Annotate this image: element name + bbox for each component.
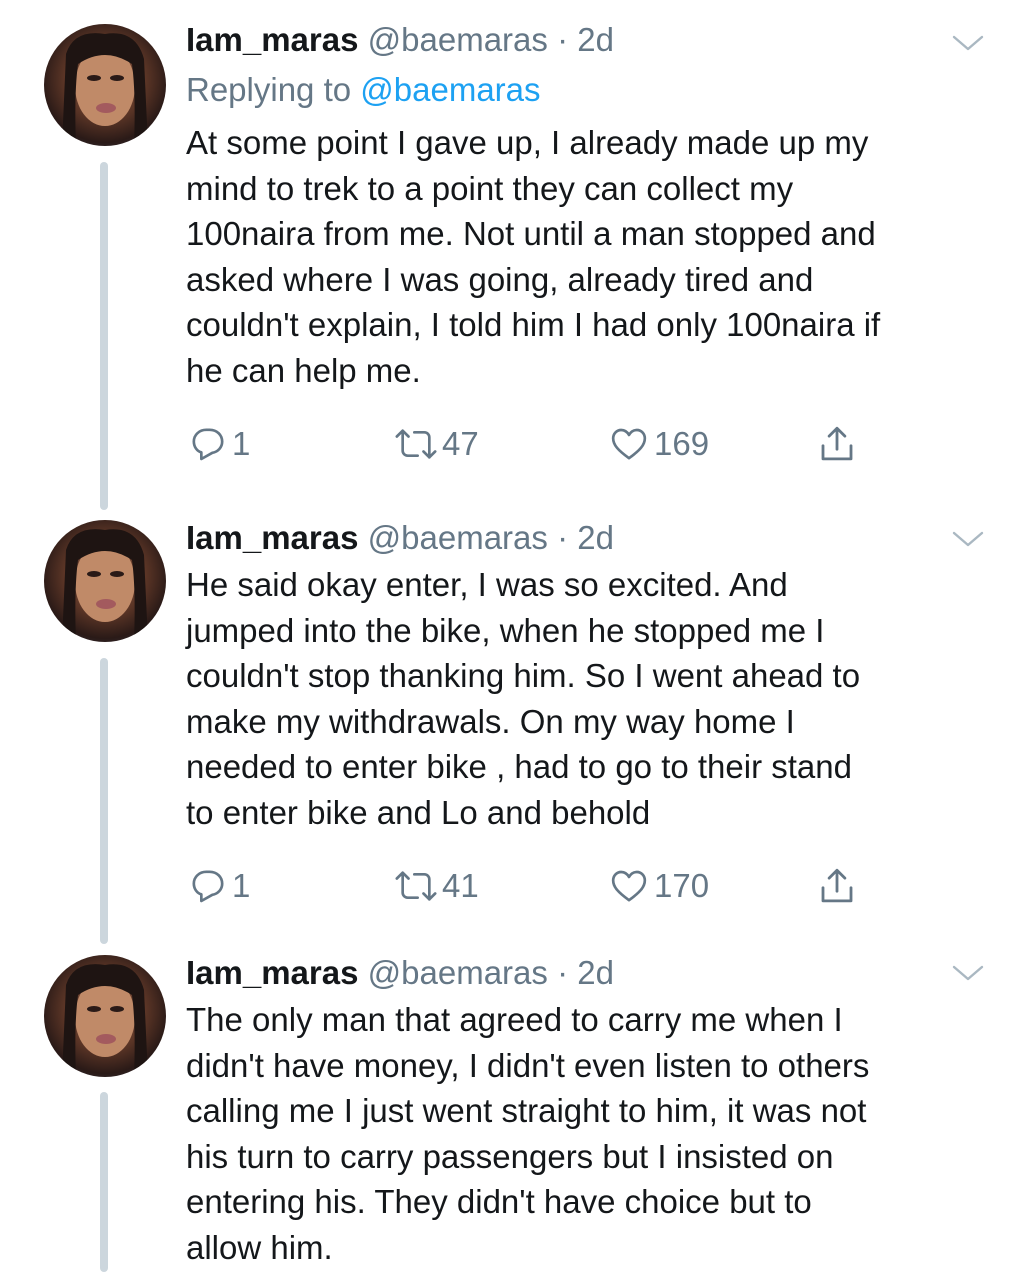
like-button[interactable]: 169 [608,422,709,466]
thread-line [100,162,108,510]
reply-count: 1 [232,424,251,462]
tweet-actions: 1 47 169 [186,422,986,472]
like-count: 170 [654,866,710,904]
heart-icon [611,870,647,902]
timestamp[interactable]: 2d [577,21,614,58]
reply-count: 1 [232,866,251,904]
tweet-text: The only man that agreed to carry me whe… [186,1001,870,1266]
chevron-down-icon[interactable] [950,962,986,984]
avatar[interactable] [44,24,166,146]
separator: · [557,519,569,556]
thread-line [100,1092,108,1272]
retweet-button[interactable]: 41 [394,864,479,908]
heart-icon [611,428,647,460]
like-count: 169 [654,424,710,462]
tweet-header: Iam_maras @baemaras · 2d [186,518,986,558]
user-handle[interactable]: @baemaras [368,519,548,556]
tweet-text: At some point I gave up, I already made … [186,124,881,389]
tweet-header: Iam_maras @baemaras · 2d [186,20,986,60]
chevron-down-icon[interactable] [950,32,986,54]
replying-to: Replying to @baemaras [186,70,986,110]
display-name[interactable]: Iam_maras [186,21,358,58]
avatar[interactable] [44,520,166,642]
share-button[interactable] [816,864,858,908]
retweet-button[interactable]: 47 [394,422,479,466]
separator: · [557,954,569,991]
retweet-count: 47 [442,424,479,462]
user-handle[interactable]: @baemaras [368,21,548,58]
reply-button[interactable]: 1 [188,422,250,466]
display-name[interactable]: Iam_maras [186,954,358,991]
like-button[interactable]: 170 [608,864,709,908]
display-name[interactable]: Iam_maras [186,519,358,556]
replying-to-mention[interactable]: @baemaras [360,71,540,108]
timestamp[interactable]: 2d [577,519,614,556]
retweet-icon [395,428,437,459]
thread-line [100,658,108,944]
tweet-actions: 1 41 170 [186,864,986,914]
retweet-count: 41 [442,866,479,904]
reply-button[interactable]: 1 [188,864,250,908]
reply-icon [192,428,224,460]
avatar[interactable] [44,955,166,1077]
share-icon [821,868,853,902]
share-icon [821,426,853,460]
share-button[interactable] [816,422,858,466]
user-handle[interactable]: @baemaras [368,954,548,991]
chevron-down-icon[interactable] [950,528,986,550]
separator: · [557,21,569,58]
retweet-icon [395,870,437,901]
timestamp[interactable]: 2d [577,954,614,991]
replying-to-prefix: Replying to [186,71,361,108]
tweet-text: He said okay enter, I was so excited. An… [186,566,861,831]
tweet-header: Iam_maras @baemaras · 2d [186,953,986,993]
reply-icon [192,870,224,902]
